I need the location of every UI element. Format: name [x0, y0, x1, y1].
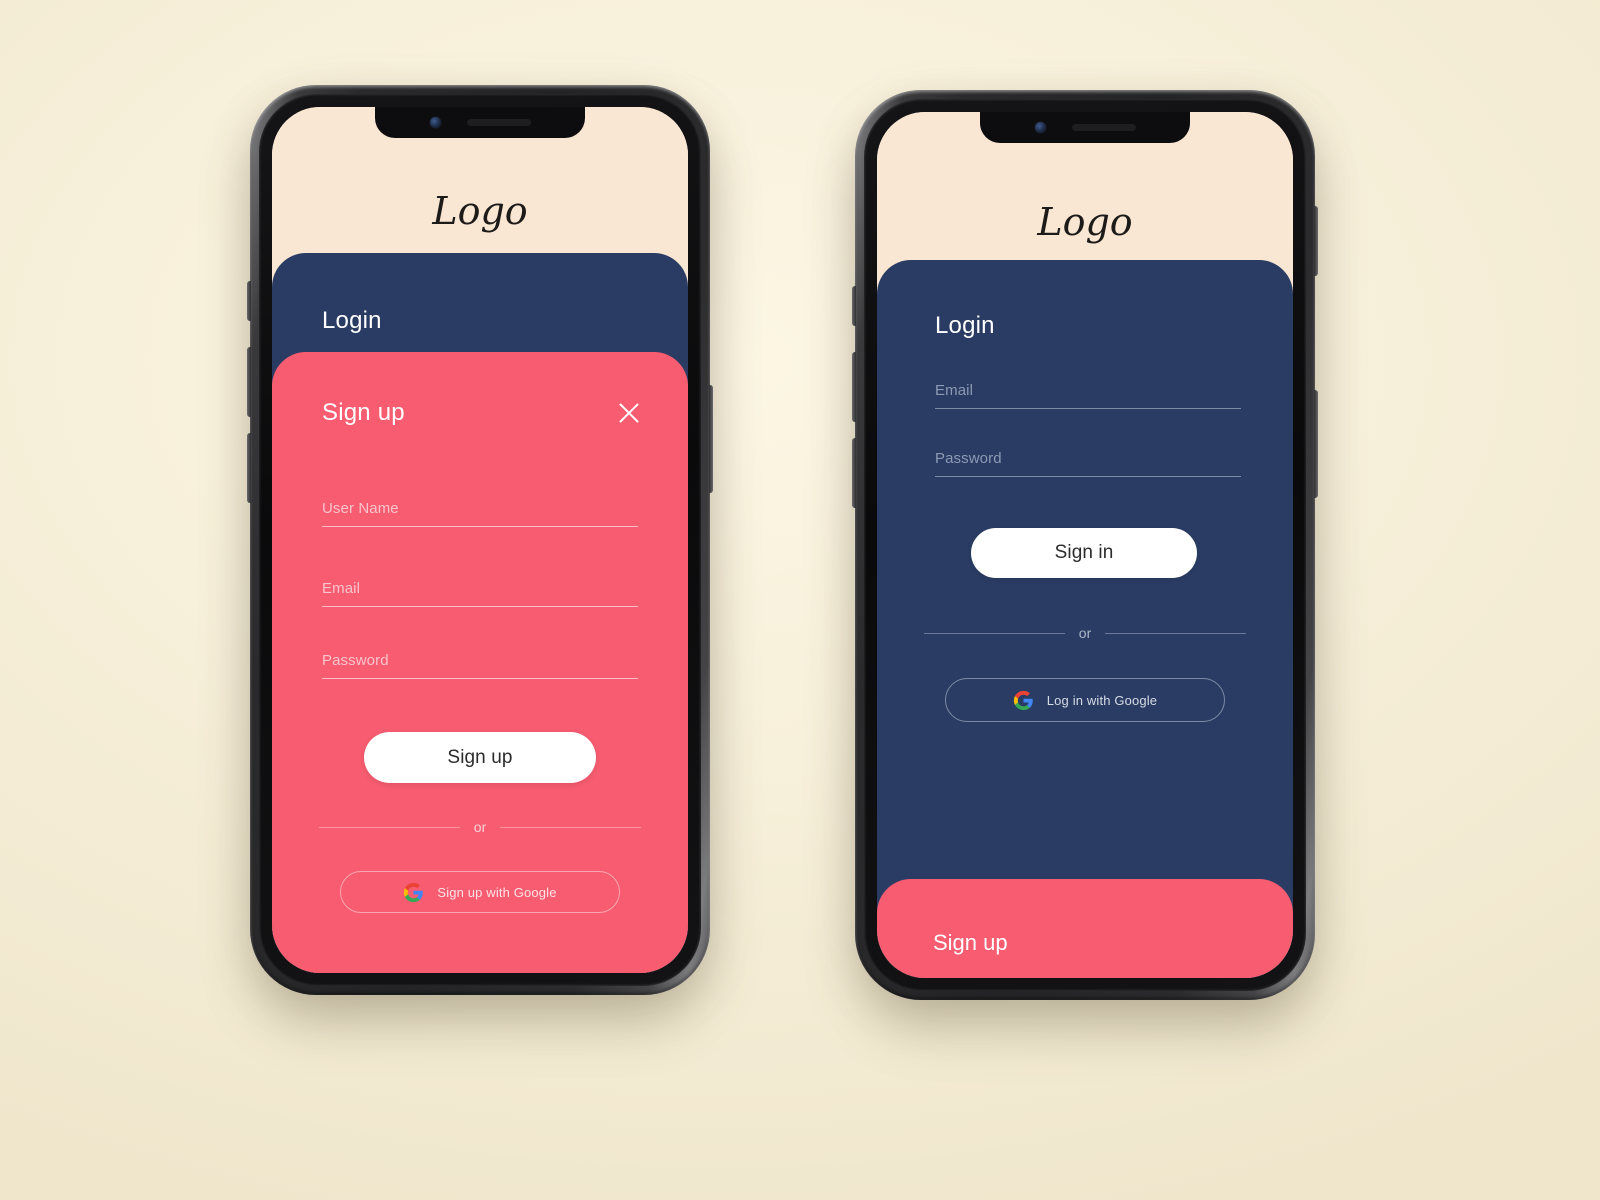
or-divider: or	[319, 819, 642, 835]
signup-submit-button[interactable]: Sign up	[364, 732, 596, 783]
or-divider-label: or	[473, 819, 487, 835]
power-button[interactable]	[1314, 206, 1318, 276]
phone-screen-signup: Logo Login Sign up User Name Email Passw…	[272, 107, 688, 973]
password-field-underline	[935, 476, 1241, 477]
app-logo: Logo	[432, 189, 528, 233]
earpiece-speaker-icon	[1071, 124, 1136, 131]
email-field-label: Email	[935, 382, 974, 399]
power-button[interactable]	[709, 385, 713, 493]
silent-switch-button[interactable]	[247, 281, 251, 321]
signup-cta-label: Sign up	[933, 930, 1008, 955]
front-camera-icon	[429, 117, 441, 128]
signup-with-google-label: Sign up with Google	[437, 884, 557, 900]
or-divider-rule-left	[319, 826, 460, 828]
login-panel-title: Login	[935, 312, 995, 339]
silent-switch-button[interactable]	[852, 286, 856, 326]
email-field-underline	[935, 408, 1241, 409]
signup-card: Sign up User Name Email Password Sign up…	[272, 352, 688, 973]
power-button-lower[interactable]	[1314, 390, 1318, 498]
username-field-label: User Name	[322, 500, 399, 517]
login-with-google-button[interactable]: Log in with Google	[945, 678, 1225, 722]
email-field[interactable]: Email	[935, 382, 1241, 409]
earpiece-speaker-icon	[466, 119, 531, 126]
email-field-underline	[322, 606, 638, 607]
login-panel: Login Email Password Sign in or Log in w…	[877, 260, 1293, 978]
username-field[interactable]: User Name	[322, 500, 638, 527]
email-field-label: Email	[322, 580, 361, 597]
phone-mockup-signup: Logo Login Sign up User Name Email Passw…	[247, 85, 713, 995]
password-field-label: Password	[935, 450, 1002, 467]
or-divider-rule-left	[924, 632, 1065, 634]
password-field[interactable]: Password	[935, 450, 1241, 477]
signup-with-google-button[interactable]: Sign up with Google	[340, 871, 620, 913]
or-divider-label: or	[1078, 625, 1092, 641]
email-field[interactable]: Email	[322, 580, 638, 607]
signup-cta-panel[interactable]: Sign up	[877, 879, 1293, 978]
password-field[interactable]: Password	[322, 652, 638, 679]
mockup-stage: Logo Login Sign up User Name Email Passw…	[0, 0, 1600, 1200]
volume-up-button[interactable]	[852, 352, 856, 422]
username-field-underline	[322, 526, 638, 527]
google-g-icon	[404, 882, 424, 902]
phone-notch	[980, 112, 1190, 143]
close-icon[interactable]	[616, 400, 642, 426]
or-divider-rule-right	[500, 826, 642, 828]
password-field-underline	[322, 678, 638, 679]
or-divider: or	[924, 625, 1247, 641]
phone-notch	[375, 107, 585, 138]
phone-mockup-login: Logo Login Email Password Sign in or Log…	[852, 90, 1318, 1000]
volume-down-button[interactable]	[852, 438, 856, 508]
volume-down-button[interactable]	[247, 433, 251, 503]
google-g-icon	[1013, 690, 1033, 710]
volume-up-button[interactable]	[247, 347, 251, 417]
front-camera-icon	[1034, 122, 1046, 133]
app-logo: Logo	[1037, 200, 1133, 244]
login-with-google-label: Log in with Google	[1046, 692, 1158, 708]
password-field-label: Password	[322, 652, 389, 669]
signin-submit-button[interactable]: Sign in	[971, 528, 1197, 578]
phone-screen-login: Logo Login Email Password Sign in or Log…	[877, 112, 1293, 978]
login-panel-title: Login	[322, 307, 382, 334]
or-divider-rule-right	[1105, 632, 1247, 634]
signup-card-title: Sign up	[322, 399, 405, 426]
